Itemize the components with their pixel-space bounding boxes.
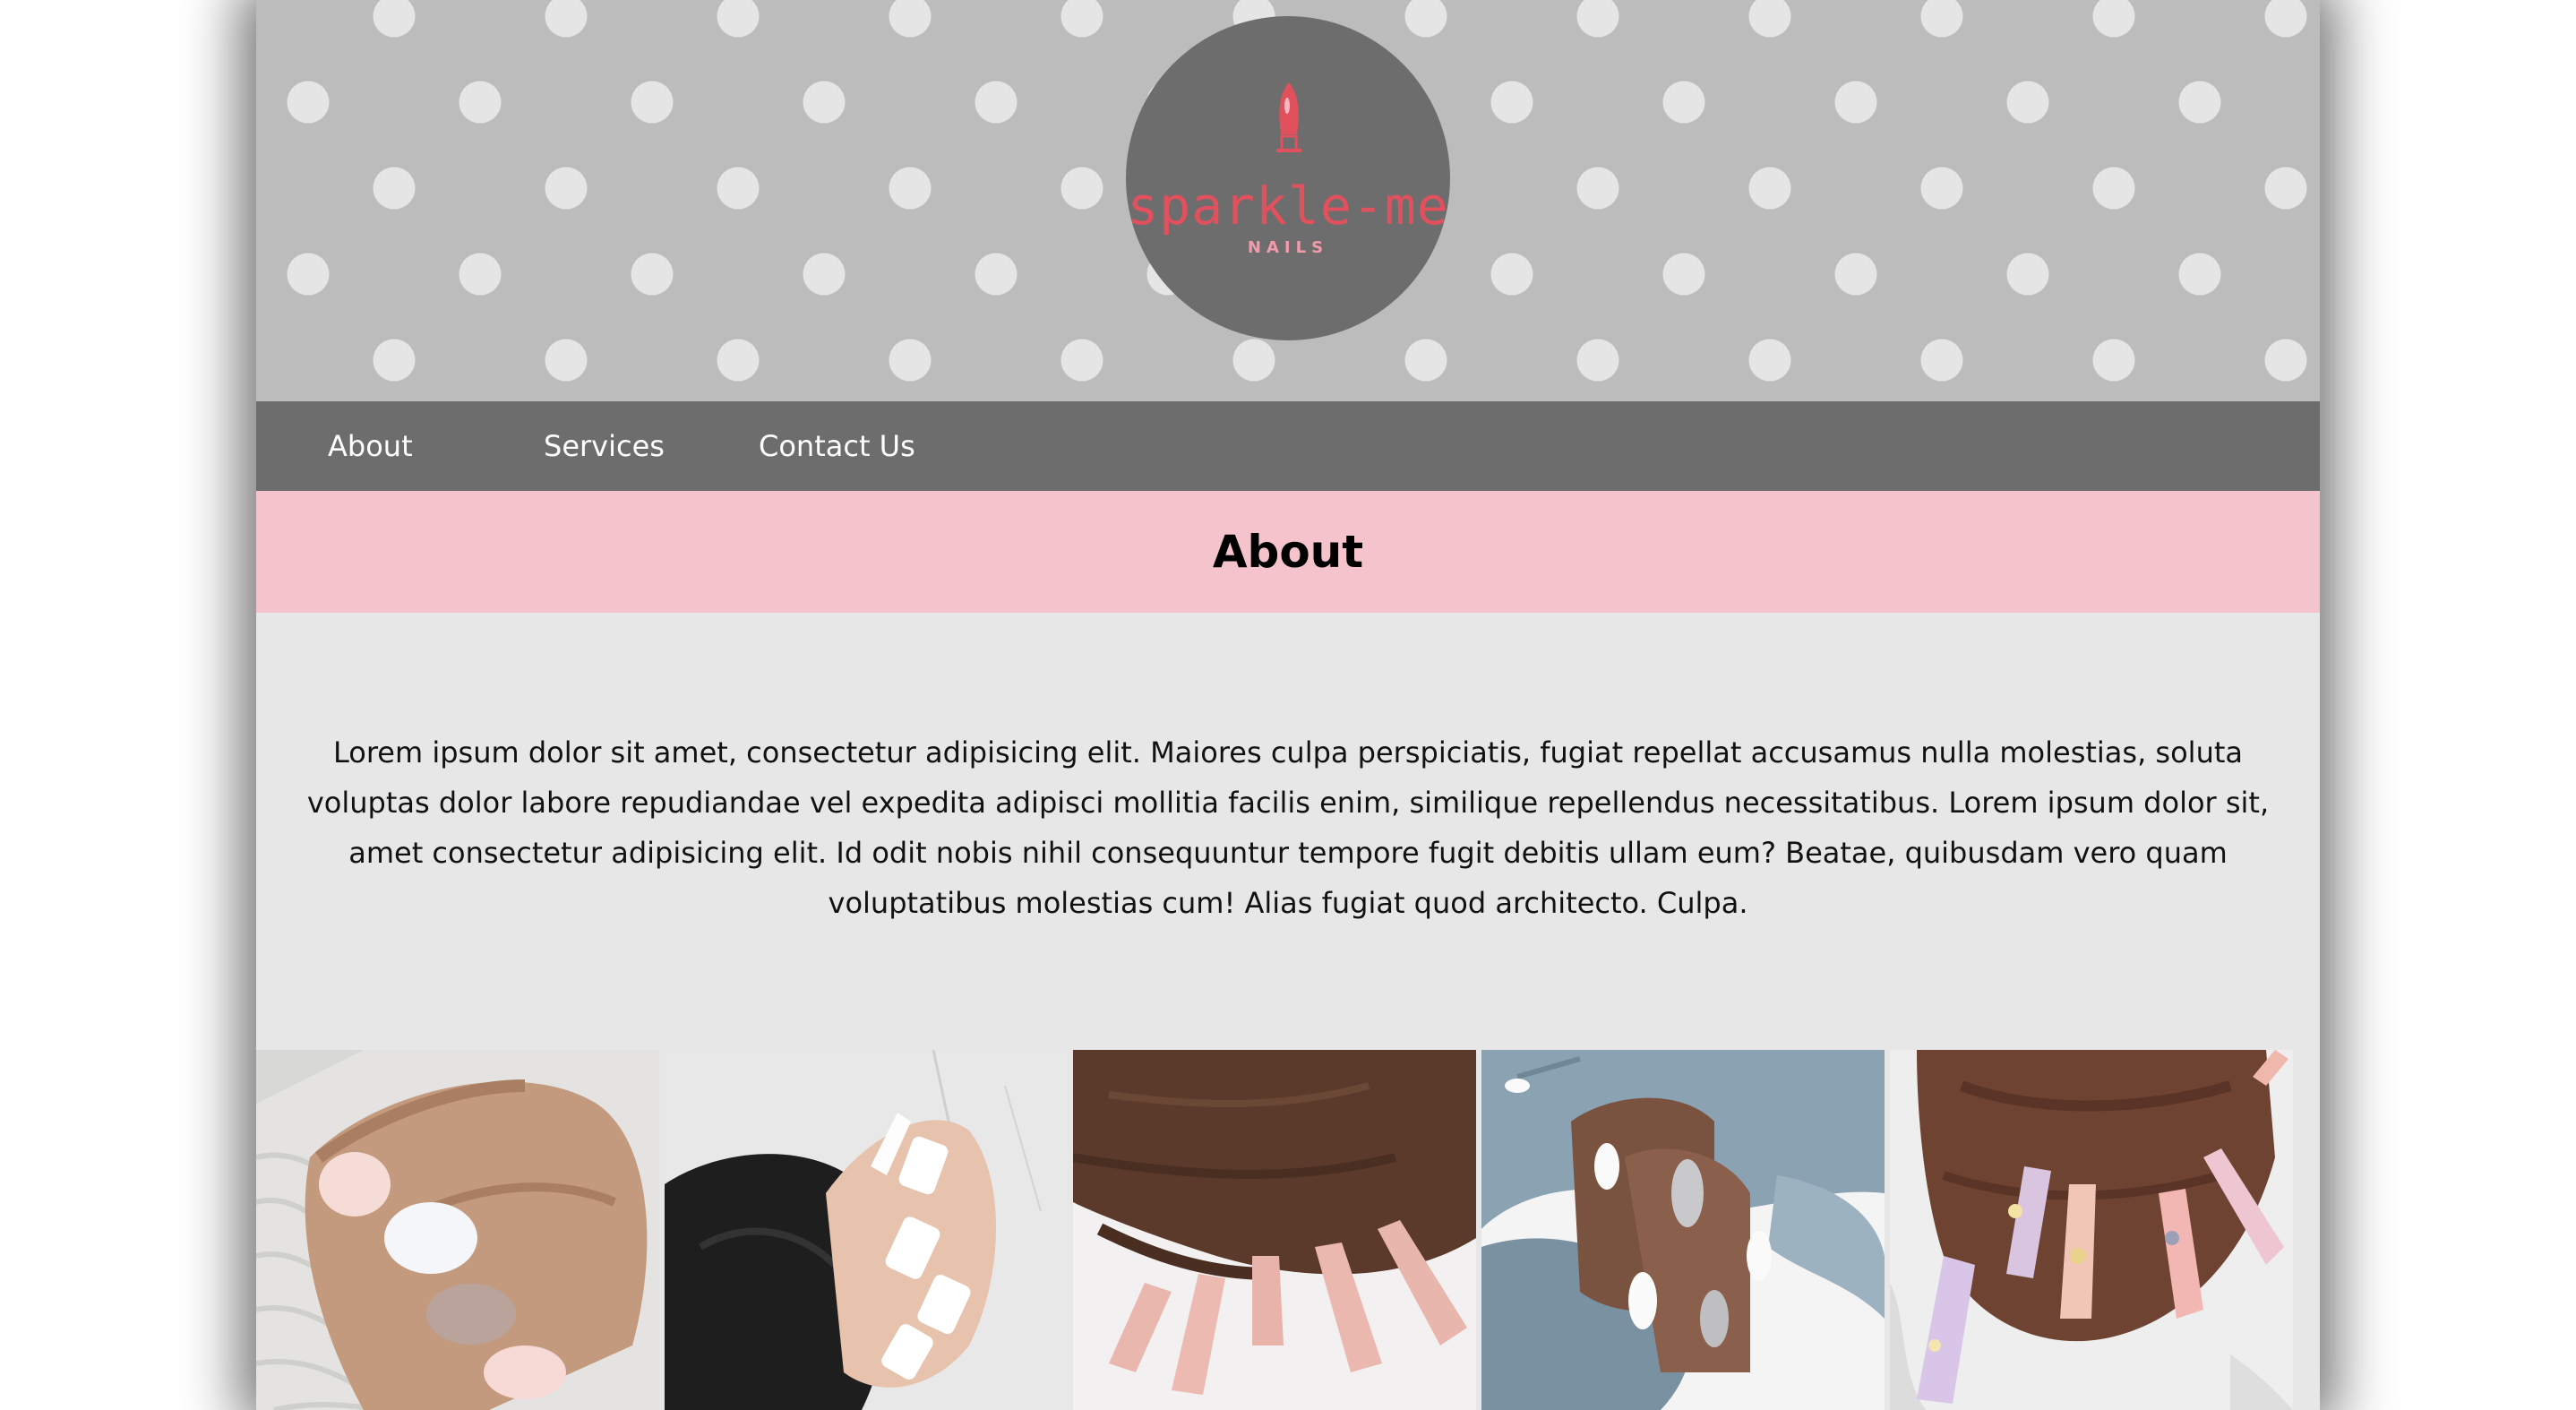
nav-item-about[interactable]: About (328, 401, 413, 491)
page-container: sparkle-me NAILS About Services Contact … (256, 0, 2320, 1410)
nail-gallery (256, 1050, 2320, 1410)
gallery-image-4[interactable] (1481, 1050, 1885, 1410)
gallery-image-5[interactable] (1890, 1050, 2293, 1410)
nav-item-services[interactable]: Services (544, 401, 665, 491)
nav-item-contact-us[interactable]: Contact Us (759, 401, 915, 491)
nail-photo-nude-coffin-icon (1073, 1050, 1476, 1410)
nail-photo-pastel-short-icon (256, 1050, 659, 1410)
gallery-image-1[interactable] (256, 1050, 659, 1410)
nail-polish-icon (1276, 82, 1301, 152)
brand-name: sparkle-me (1127, 176, 1449, 236)
main-navigation: About Services Contact Us (256, 401, 2320, 491)
nail-photo-pink-gold-glitter-icon (1890, 1050, 2293, 1410)
brand-tagline: NAILS (1247, 238, 1329, 257)
about-heading: About (1212, 526, 1364, 578)
about-paragraph: Lorem ipsum dolor sit amet, consectetur … (306, 735, 2270, 920)
brand-logo[interactable]: sparkle-me NAILS (1126, 16, 1450, 340)
header-banner: sparkle-me NAILS (256, 0, 2320, 401)
about-heading-band: About (256, 491, 2320, 613)
gallery-image-3[interactable] (1073, 1050, 1476, 1410)
nail-photo-white-silver-glitter-icon (1481, 1050, 1885, 1410)
nail-photo-white-coffin-icon (665, 1050, 1068, 1410)
gallery-image-2[interactable] (665, 1050, 1068, 1410)
